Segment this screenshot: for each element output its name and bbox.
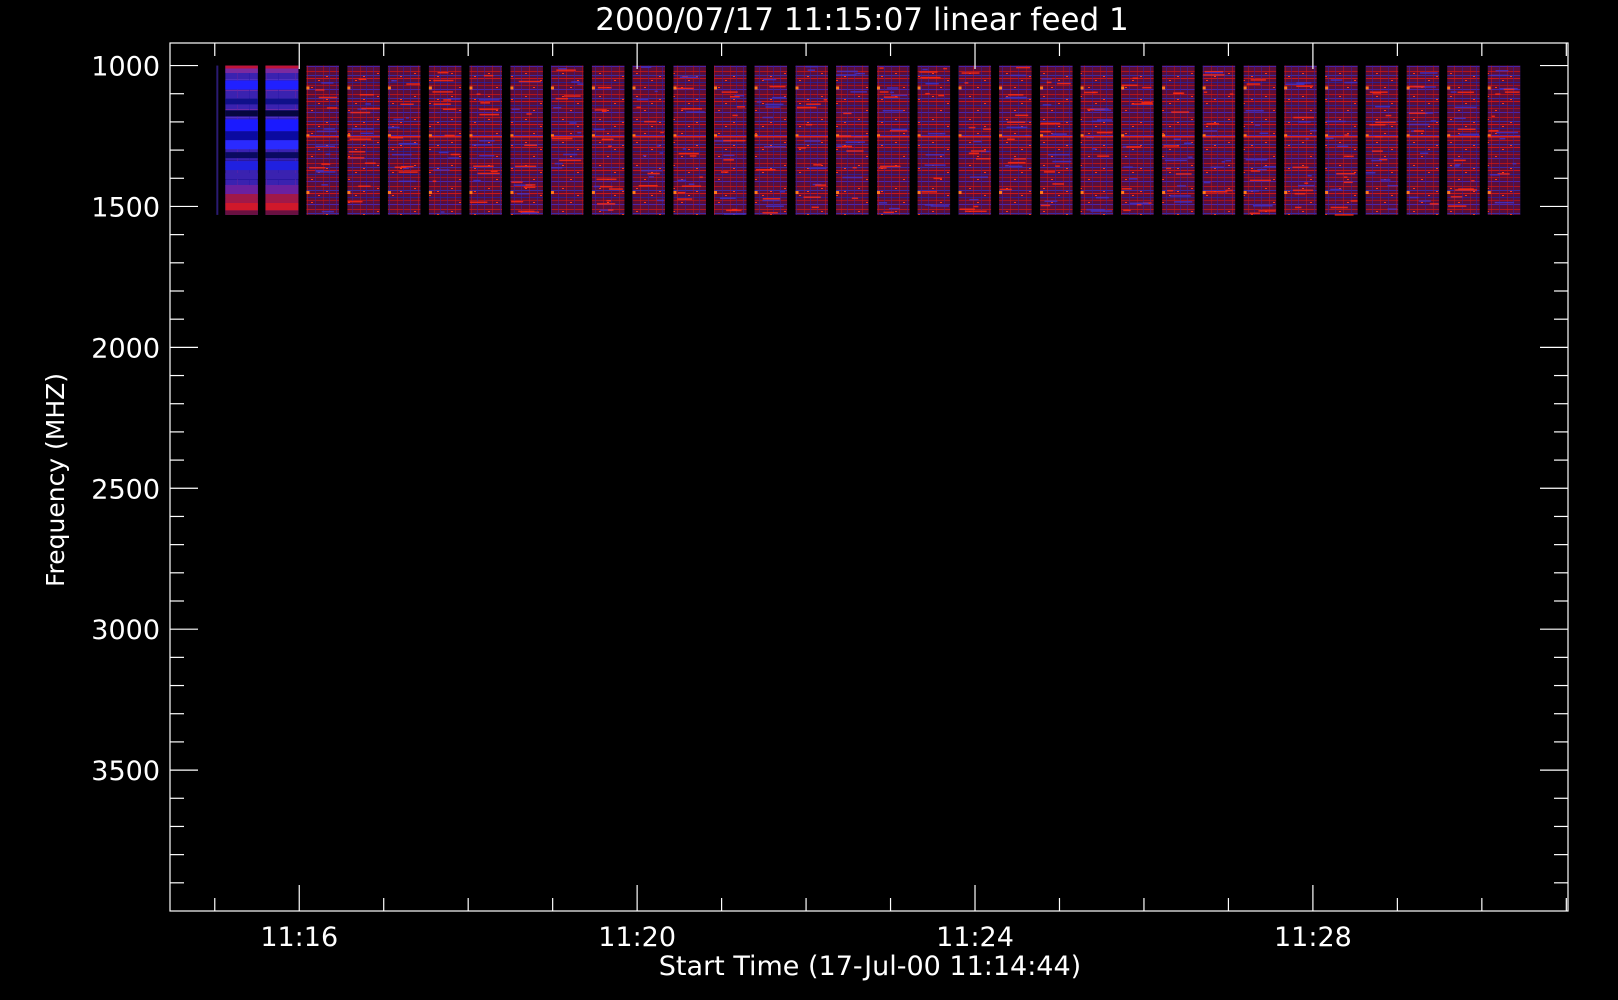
scan-block [1447,65,1480,215]
scan-block [1040,65,1073,215]
scan-block [1121,65,1154,215]
scan-block [1162,65,1195,215]
y-tick-label: 1500 [91,192,160,223]
x-axis-label: Start Time (17-Jul-00 11:14:44) [659,951,1081,982]
scan-block [673,65,706,215]
scan-block [754,65,788,215]
x-tick-label: 11:16 [260,922,338,953]
y-tick-label: 2000 [91,333,160,364]
scan-block [1487,65,1521,215]
y-axis-label: Frequency (MHZ) [41,373,70,587]
scan-start-marker [216,65,219,215]
x-tick-label: 11:28 [1274,922,1352,953]
spectrogram-chart: 2000/07/17 11:15:07 linear feed 1 11:16 1… [0,0,1618,1000]
scan-block [795,65,829,215]
scan-block [1243,65,1277,215]
scan-block [591,65,625,215]
scan-block [1202,65,1236,215]
scan-block [632,65,666,215]
scan-block [1284,65,1317,215]
scan-block [550,65,584,215]
y-tick-label: 2500 [91,474,160,505]
scan-block [958,65,992,215]
scan-block [836,65,869,215]
chart-title: 2000/07/17 11:15:07 linear feed 1 [595,2,1128,38]
spectrogram-data [216,65,1521,216]
x-tick-label: 11:20 [598,922,676,953]
scan-block [306,65,339,215]
scan-block [510,65,543,215]
y-tick-label: 3500 [91,756,160,787]
scan-block [1080,65,1114,215]
scan-block [1406,65,1440,215]
scan-block [469,65,502,215]
scan-block [428,65,462,215]
scan-block [1325,65,1358,216]
scan-block [265,65,299,215]
x-tick-label: 11:24 [936,922,1014,953]
y-tick-label: 3000 [91,615,160,646]
scan-block [877,65,910,215]
scan-block [1365,65,1399,215]
scan-block [387,65,421,215]
scan-block [347,65,380,215]
y-tick-label: 1000 [91,52,160,83]
scan-block [225,65,258,215]
scan-block [713,65,747,215]
scan-block [917,65,951,215]
scan-block [999,65,1032,215]
